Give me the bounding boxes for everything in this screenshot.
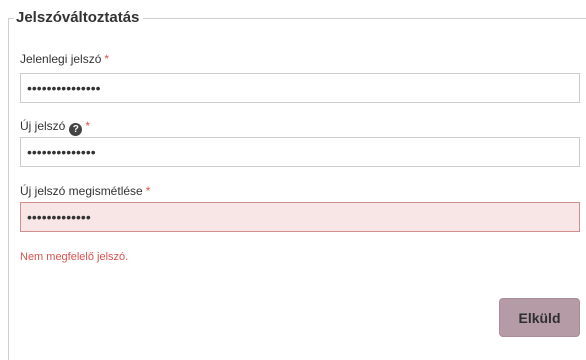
current-password-label: Jelenlegi jelszó * bbox=[20, 52, 109, 66]
current-password-field[interactable] bbox=[20, 73, 580, 103]
required-marker: * bbox=[85, 119, 91, 133]
password-error-message: Nem megfelelő jelszó. bbox=[20, 251, 129, 263]
confirm-password-label: Új jelszó megismétlése * bbox=[20, 184, 150, 198]
new-password-label-text: Új jelszó bbox=[20, 119, 66, 133]
new-password-field[interactable] bbox=[20, 137, 580, 167]
fieldset-legend: Jelszóváltoztatás bbox=[14, 9, 144, 27]
confirm-password-label-text: Új jelszó megismétlése bbox=[20, 184, 143, 198]
current-password-label-text: Jelenlegi jelszó bbox=[20, 52, 102, 66]
required-marker: * bbox=[104, 52, 110, 66]
new-password-label: Új jelszó? * bbox=[20, 119, 90, 136]
required-marker: * bbox=[145, 184, 151, 198]
confirm-password-field[interactable] bbox=[20, 202, 580, 232]
submit-button[interactable]: Elküld bbox=[499, 298, 580, 337]
question-circle-icon[interactable]: ? bbox=[69, 123, 83, 136]
